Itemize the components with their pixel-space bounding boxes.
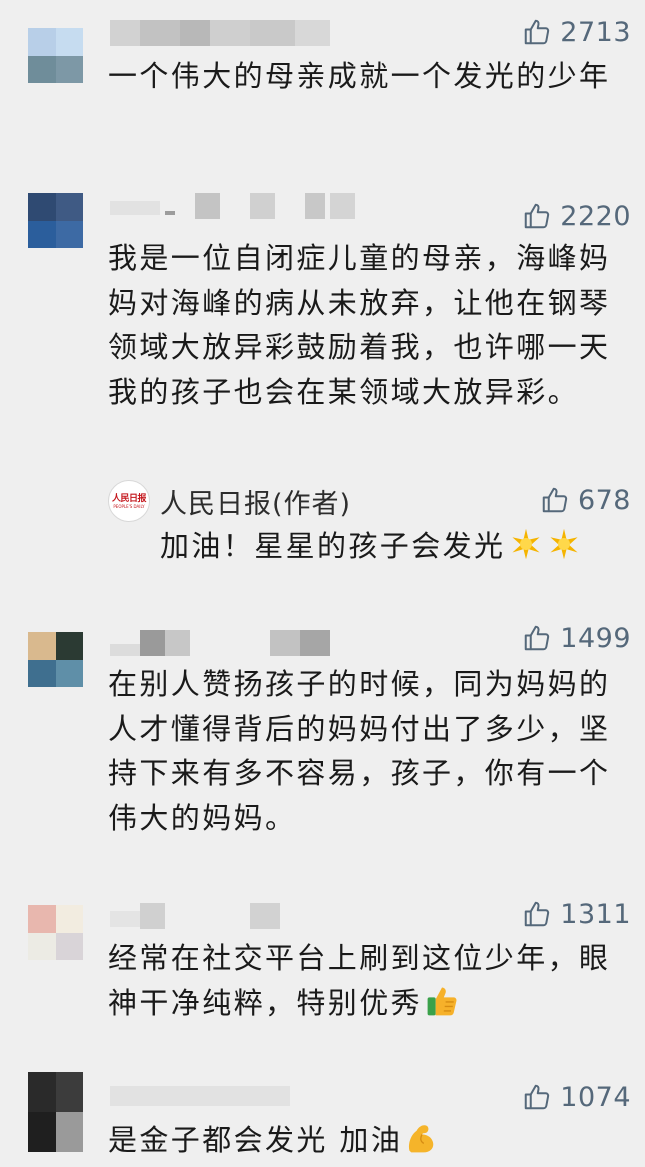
avatar-pixel <box>28 28 56 56</box>
thumbs-up-icon <box>525 901 550 927</box>
logo-wordmark: 人民日报 <box>111 493 147 504</box>
reply-like-button[interactable]: 678 <box>540 482 631 518</box>
avatar-pixel <box>55 632 83 660</box>
avatar-pixel <box>28 193 56 221</box>
avatar-pixel <box>28 905 56 933</box>
thumbs-up-icon <box>525 19 550 45</box>
reply-text-row: 加油！星星的孩子会发光 <box>160 522 581 566</box>
username-blurred[interactable] <box>110 1082 290 1108</box>
avatar-pixel <box>28 659 56 687</box>
like-count: 1074 <box>560 1081 631 1113</box>
like-count: 1499 <box>560 622 631 654</box>
comment-text: 在别人赞扬孩子的时候，同为妈妈的人才懂得背后的妈妈付出了多少，坚持下来有多不容易… <box>108 667 611 835</box>
avatar-pixel <box>55 659 83 687</box>
like-button[interactable]: 1311 <box>522 896 631 932</box>
flexed-biceps-icon <box>409 1125 434 1153</box>
avatar[interactable] <box>28 632 83 687</box>
avatar-pixel <box>28 55 56 83</box>
like-button[interactable]: 1074 <box>522 1079 631 1115</box>
avatar-pixel <box>28 632 56 660</box>
like-count: 678 <box>577 484 631 516</box>
comment-text: 经常在社交平台上刷到这位少年，眼神干净纯粹，特别优秀 <box>108 936 613 1025</box>
thumbs-up-emoji-icon <box>427 987 457 1015</box>
comment-text-content: 经常在社交平台上刷到这位少年，眼神干净纯粹，特别优秀 <box>108 941 611 1020</box>
thumbs-up-icon <box>542 487 568 513</box>
avatar[interactable] <box>28 1072 83 1152</box>
avatar-pixel <box>55 905 83 933</box>
comment-text: 一个伟大的母亲成就一个发光的少年 <box>108 59 611 93</box>
comment-text: 是金子都会发光 加油 <box>108 1118 613 1163</box>
avatar-pixel <box>28 220 56 248</box>
comment-text: 我是一位自闭症儿童的母亲，海峰妈妈对海峰的病从未放弃，让他在钢琴领域大放异彩鼓励… <box>108 241 611 409</box>
star-icon <box>512 528 541 560</box>
like-count: 2220 <box>560 200 631 232</box>
avatar-pixel <box>55 55 83 83</box>
logo-subtext: PEOPLE'S DAILY <box>113 503 145 509</box>
thumbs-up-icon <box>525 203 550 229</box>
avatar-pixel <box>55 932 83 960</box>
like-button[interactable]: 1499 <box>522 620 631 656</box>
comment-text-content: 是金子都会发光 加油 <box>108 1123 403 1157</box>
avatar-pixel <box>55 1072 83 1112</box>
avatar-pixel <box>55 28 83 56</box>
thumbs-up-icon <box>525 1084 550 1110</box>
avatar[interactable] <box>28 28 83 83</box>
username-blurred[interactable] <box>110 903 280 929</box>
reply-text: 加油！星星的孩子会发光 <box>160 529 506 563</box>
thumbs-up-icon <box>525 625 550 651</box>
avatar-pixel <box>55 220 83 248</box>
username-blurred[interactable] <box>110 630 330 656</box>
reply-author-name[interactable]: 人民日报(作者) <box>160 482 351 521</box>
like-button[interactable]: 2220 <box>522 198 631 234</box>
like-button[interactable]: 2713 <box>522 14 631 50</box>
avatar[interactable] <box>28 193 83 248</box>
avatar[interactable] <box>28 905 83 960</box>
star-icon <box>550 528 579 560</box>
avatar-pixel <box>55 193 83 221</box>
avatar-pixel <box>28 1112 56 1152</box>
username-blurred[interactable] <box>110 193 360 219</box>
username-blurred[interactable] <box>110 20 330 46</box>
author-logo[interactable]: 人民日报 PEOPLE'S DAILY <box>108 480 150 522</box>
avatar-pixel <box>28 932 56 960</box>
like-count: 1311 <box>560 898 631 930</box>
avatar-pixel <box>28 1072 56 1112</box>
like-count: 2713 <box>560 16 631 48</box>
avatar-pixel <box>55 1112 83 1152</box>
